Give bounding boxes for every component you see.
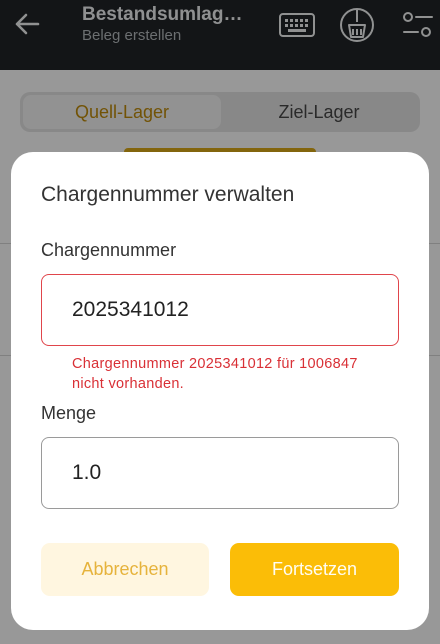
quantity-input[interactable] bbox=[72, 438, 382, 507]
batch-number-dialog: Chargennummer verwalten Chargennummer Ch… bbox=[11, 152, 429, 630]
batch-number-field[interactable] bbox=[41, 274, 399, 346]
batch-error-message: Chargennummer 2025341012 für 1006847 nic… bbox=[72, 356, 358, 392]
batch-number-label: Chargennummer bbox=[41, 240, 177, 260]
cancel-button[interactable]: Abbrechen bbox=[41, 543, 209, 596]
quantity-label: Menge bbox=[41, 403, 97, 423]
batch-number-input[interactable] bbox=[72, 275, 382, 344]
quantity-field[interactable] bbox=[41, 437, 399, 509]
continue-button[interactable]: Fortsetzen bbox=[230, 543, 399, 596]
dialog-title: Chargennummer verwalten bbox=[41, 183, 295, 206]
